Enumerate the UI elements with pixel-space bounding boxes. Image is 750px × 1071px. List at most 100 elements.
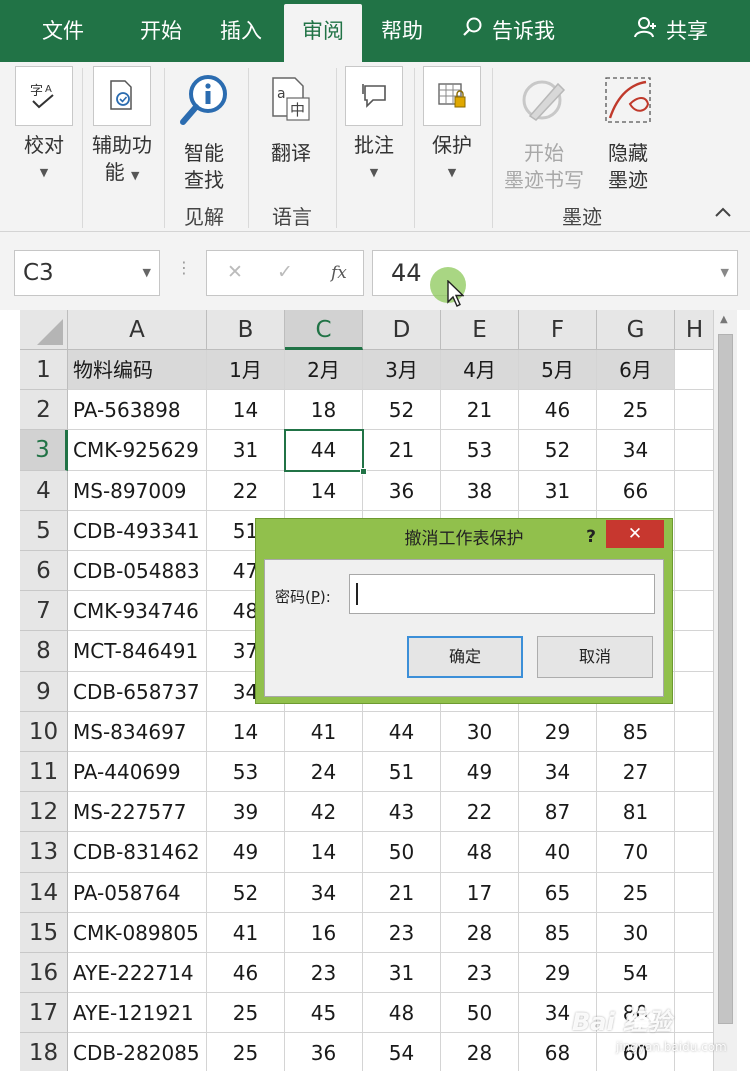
password-field[interactable]: [349, 574, 655, 614]
table-cell[interactable]: 22: [441, 792, 519, 833]
insert-function-icon[interactable]: fx: [331, 263, 347, 283]
row-header-9[interactable]: 9: [20, 671, 68, 712]
row-header-12[interactable]: 12: [20, 792, 68, 833]
table-cell[interactable]: 66: [597, 470, 675, 511]
table-cell[interactable]: 27: [597, 752, 675, 793]
cancel-button[interactable]: 取消: [537, 636, 653, 678]
row-header-6[interactable]: 6: [20, 551, 68, 592]
accessibility-button[interactable]: 辅助功 能 ▼: [88, 66, 156, 189]
table-cell[interactable]: 48: [441, 832, 519, 873]
table-cell[interactable]: MS-897009: [68, 470, 207, 511]
table-cell[interactable]: 53: [441, 430, 519, 471]
table-cell[interactable]: 40: [519, 832, 597, 873]
table-cell[interactable]: 23: [441, 953, 519, 994]
row-header-15[interactable]: 15: [20, 912, 68, 953]
table-cell[interactable]: CDB-282085: [68, 1033, 207, 1071]
tab-insert[interactable]: 插入: [198, 4, 284, 62]
select-all-corner[interactable]: [20, 310, 68, 350]
table-cell[interactable]: 16: [285, 912, 363, 953]
header-cell[interactable]: 2月: [285, 350, 363, 391]
table-cell[interactable]: 54: [597, 953, 675, 994]
table-cell[interactable]: 51: [363, 752, 441, 793]
table-cell[interactable]: 43: [363, 792, 441, 833]
table-cell[interactable]: MCT-846491: [68, 631, 207, 672]
table-cell[interactable]: 48: [363, 993, 441, 1034]
table-cell[interactable]: 50: [363, 832, 441, 873]
header-cell[interactable]: 物料编码: [68, 350, 207, 391]
table-cell[interactable]: PA-058764: [68, 872, 207, 913]
row-header-8[interactable]: 8: [20, 631, 68, 672]
table-cell[interactable]: 42: [285, 792, 363, 833]
table-cell[interactable]: MS-227577: [68, 792, 207, 833]
table-cell[interactable]: [675, 470, 715, 511]
table-cell[interactable]: 70: [597, 832, 675, 873]
table-cell[interactable]: AYE-121921: [68, 993, 207, 1034]
table-cell[interactable]: [675, 390, 715, 431]
table-cell[interactable]: 29: [519, 711, 597, 752]
table-cell[interactable]: 21: [363, 872, 441, 913]
table-cell[interactable]: 85: [597, 711, 675, 752]
table-cell[interactable]: CDB-658737: [68, 671, 207, 712]
table-cell[interactable]: 53: [207, 752, 285, 793]
table-cell[interactable]: [675, 430, 715, 471]
row-header-2[interactable]: 2: [20, 390, 68, 431]
row-header-3[interactable]: 3: [20, 430, 68, 471]
header-cell[interactable]: 3月: [363, 350, 441, 391]
table-cell[interactable]: 36: [285, 1033, 363, 1071]
table-cell[interactable]: [675, 953, 715, 994]
table-cell[interactable]: [675, 872, 715, 913]
table-cell[interactable]: 54: [363, 1033, 441, 1071]
table-cell[interactable]: 23: [285, 953, 363, 994]
column-header-g[interactable]: G: [597, 310, 675, 350]
tab-home[interactable]: 开始: [118, 4, 204, 62]
table-cell[interactable]: 14: [285, 470, 363, 511]
table-cell[interactable]: 18: [285, 390, 363, 431]
table-cell[interactable]: 65: [519, 872, 597, 913]
chevron-down-icon[interactable]: ▼: [721, 251, 729, 295]
table-cell[interactable]: 28: [441, 912, 519, 953]
tell-me-search[interactable]: 告诉我: [462, 10, 555, 50]
table-cell[interactable]: [675, 350, 715, 391]
vertical-scrollbar[interactable]: ▲: [713, 310, 737, 1071]
table-cell[interactable]: [675, 671, 715, 712]
table-cell[interactable]: 39: [207, 792, 285, 833]
table-cell[interactable]: PA-563898: [68, 390, 207, 431]
table-cell[interactable]: 87: [519, 792, 597, 833]
tab-file[interactable]: 文件: [20, 4, 106, 62]
table-cell[interactable]: 49: [441, 752, 519, 793]
table-cell[interactable]: 52: [207, 872, 285, 913]
table-cell[interactable]: PA-440699: [68, 752, 207, 793]
table-cell[interactable]: 25: [207, 993, 285, 1034]
table-cell[interactable]: 24: [285, 752, 363, 793]
column-header-f[interactable]: F: [519, 310, 597, 350]
table-cell[interactable]: 21: [441, 390, 519, 431]
header-cell[interactable]: 5月: [519, 350, 597, 391]
name-box[interactable]: C3 ▼: [14, 250, 160, 296]
table-cell[interactable]: [675, 711, 715, 752]
table-cell[interactable]: 21: [363, 430, 441, 471]
table-cell[interactable]: 50: [441, 993, 519, 1034]
table-cell[interactable]: CDB-054883: [68, 551, 207, 592]
proofing-button[interactable]: 字A 校对 ▼: [12, 66, 76, 186]
table-cell[interactable]: 31: [363, 953, 441, 994]
row-header-7[interactable]: 7: [20, 591, 68, 632]
table-cell[interactable]: 38: [441, 470, 519, 511]
fill-handle[interactable]: [360, 467, 367, 475]
start-inking-button[interactable]: 开始 墨迹书写: [500, 70, 588, 194]
table-cell[interactable]: 25: [207, 1033, 285, 1071]
header-cell[interactable]: 6月: [597, 350, 675, 391]
formula-input[interactable]: 44 ▼: [372, 250, 738, 296]
row-header-17[interactable]: 17: [20, 993, 68, 1034]
table-cell[interactable]: [675, 510, 715, 551]
table-cell[interactable]: 14: [285, 832, 363, 873]
row-header-13[interactable]: 13: [20, 832, 68, 873]
table-cell[interactable]: [675, 591, 715, 632]
collapse-ribbon-icon[interactable]: [714, 202, 732, 223]
table-cell[interactable]: MS-834697: [68, 711, 207, 752]
table-cell[interactable]: CMK-925629: [68, 430, 207, 471]
table-cell[interactable]: 30: [441, 711, 519, 752]
column-header-b[interactable]: B: [207, 310, 285, 350]
row-header-11[interactable]: 11: [20, 752, 68, 793]
column-header-d[interactable]: D: [363, 310, 441, 350]
table-cell[interactable]: [675, 912, 715, 953]
